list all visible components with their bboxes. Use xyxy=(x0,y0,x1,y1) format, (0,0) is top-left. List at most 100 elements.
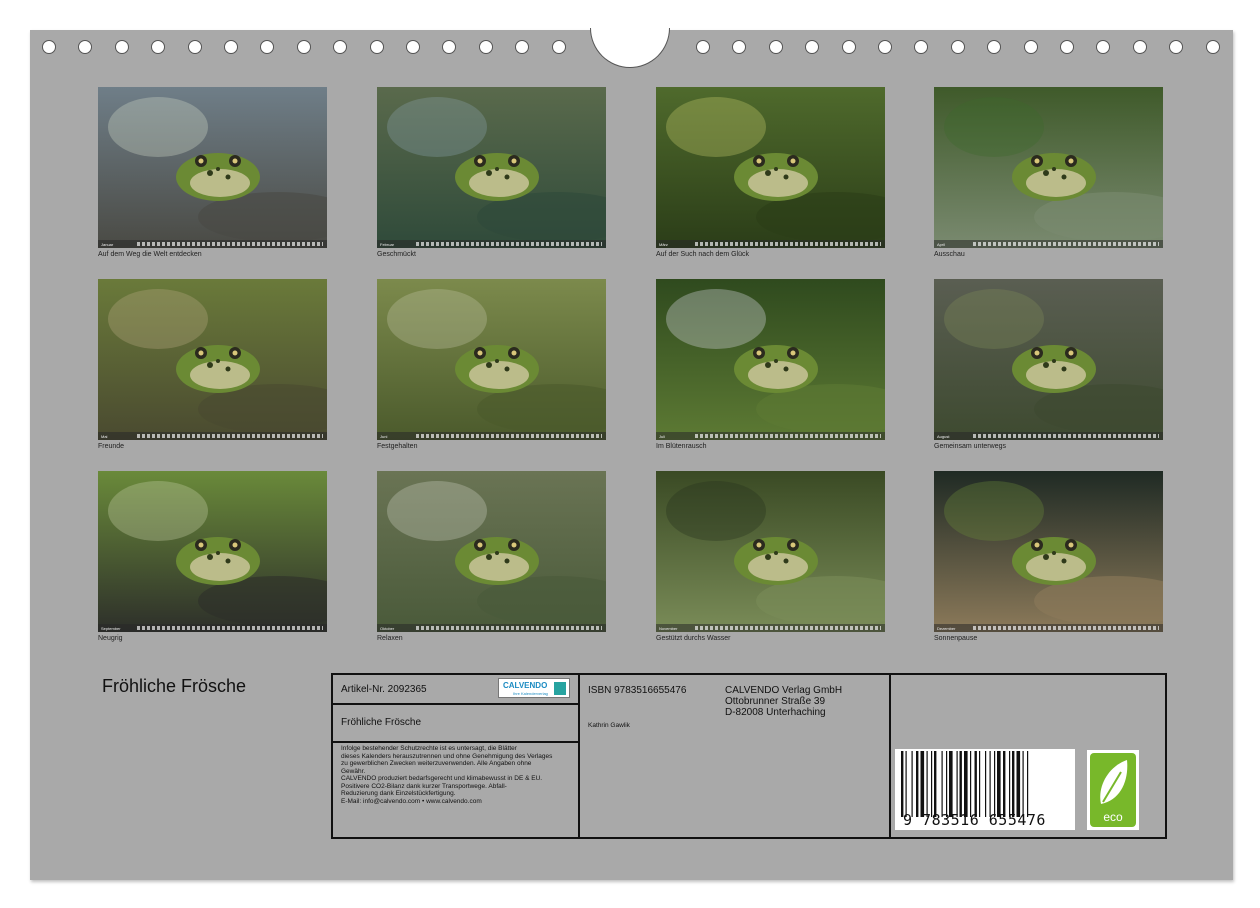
frog-photo: Juli xyxy=(656,279,885,440)
month-label: August xyxy=(937,433,950,439)
barcode-bar xyxy=(1022,751,1024,817)
date-strip: November xyxy=(656,624,885,632)
photo-caption: Auf der Such nach dem Glück xyxy=(656,251,749,258)
isbn-barcode: 9 783516 655476 xyxy=(895,749,1075,830)
binding-hole xyxy=(1205,40,1220,54)
barcode-bar xyxy=(916,751,919,817)
barcode-bar xyxy=(989,751,991,817)
month-thumbnail: Juli Im Blütenrausch xyxy=(656,279,885,450)
binding-hole xyxy=(551,40,566,54)
photo-caption: Gestützt durchs Wasser xyxy=(656,635,731,642)
binding-hole xyxy=(732,40,747,54)
photo-caption: Geschmückt xyxy=(377,251,416,258)
day-boxes xyxy=(973,626,1159,630)
frog-image xyxy=(377,279,606,440)
date-strip: Juni xyxy=(377,432,606,440)
binding-hole xyxy=(805,40,820,54)
binding-hole xyxy=(369,40,384,54)
month-thumbnail: September Neugrig xyxy=(98,471,327,642)
eco-leaf-icon: eco xyxy=(1087,750,1139,830)
date-strip: Januar xyxy=(98,240,327,248)
month-label: Oktober xyxy=(380,625,395,631)
frog-image xyxy=(934,279,1163,440)
binding-hole xyxy=(114,40,129,54)
month-label: Februar xyxy=(380,241,395,247)
photo-caption: Auf dem Weg die Welt entdecken xyxy=(98,251,202,258)
calendar-title: Fröhliche Frösche xyxy=(102,676,247,696)
date-strip: Oktober xyxy=(377,624,606,632)
hanger-cutout xyxy=(590,28,670,68)
barcode-digits: 9 783516 655476 xyxy=(903,811,1046,829)
barcode-bar xyxy=(911,751,913,817)
date-strip: Juli xyxy=(656,432,885,440)
month-thumbnail: August Gemeinsam unterwegs xyxy=(934,279,1163,450)
month-thumbnail: April Ausschau xyxy=(934,87,1163,258)
binding-hole xyxy=(1023,40,1038,54)
frog-image xyxy=(377,87,606,248)
binding-hole xyxy=(515,40,530,54)
month-thumbnail: Februar Geschmückt xyxy=(377,87,606,258)
barcode-bar xyxy=(905,751,907,817)
legal-line: Gewähr. xyxy=(341,767,366,775)
legal-line: CALVENDO produziert bedarfsgerecht und k… xyxy=(341,775,543,782)
legal-notice: Infolge bestehender Schutzrechte ist es … xyxy=(341,745,576,805)
binding-hole xyxy=(260,40,275,54)
frog-photo: Oktober xyxy=(377,471,606,632)
binding-hole xyxy=(950,40,965,54)
day-boxes xyxy=(973,434,1159,438)
barcode-bar xyxy=(1016,751,1021,817)
month-label: März xyxy=(659,241,668,247)
photo-caption: Im Blütenrausch xyxy=(656,443,707,450)
barcode-bar xyxy=(920,751,925,817)
day-boxes xyxy=(695,242,881,246)
binding-hole xyxy=(841,40,856,54)
binding-hole xyxy=(1169,40,1184,54)
date-strip: Dezember xyxy=(934,624,1163,632)
binding-hole xyxy=(442,40,457,54)
frog-image xyxy=(656,279,885,440)
month-label: November xyxy=(659,625,678,631)
barcode-bar xyxy=(979,751,981,817)
legal-line: Positivere CO2-Bilanz dank kurzer Transp… xyxy=(341,782,507,790)
month-label: Mai xyxy=(101,433,108,439)
barcode-bar xyxy=(941,751,943,817)
binding-hole xyxy=(987,40,1002,54)
logo-tagline: Ihre Kalenderverlag xyxy=(513,691,548,696)
day-boxes xyxy=(973,242,1159,246)
frog-photo: Mai xyxy=(98,279,327,440)
photo-caption: Gemeinsam unterwegs xyxy=(934,443,1006,450)
frog-image xyxy=(656,471,885,632)
barcode-bar xyxy=(931,751,933,817)
barcode-bar xyxy=(901,751,904,817)
binding-hole xyxy=(478,40,493,54)
month-thumbnail: März Auf der Such nach dem Glück xyxy=(656,87,885,258)
barcode-bar xyxy=(946,751,948,817)
isbn: ISBN 9783516655476 xyxy=(588,685,687,696)
frog-photo: November xyxy=(656,471,885,632)
frog-photo: Januar xyxy=(98,87,327,248)
month-thumbnail: Mai Freunde xyxy=(98,279,327,450)
binding-hole xyxy=(696,40,710,54)
barcode-bar xyxy=(926,751,928,817)
frog-photo: März xyxy=(656,87,885,248)
day-boxes xyxy=(137,434,323,438)
month-label: Juni xyxy=(380,433,388,439)
photo-caption: Relaxen xyxy=(377,635,403,642)
photo-caption: Festgehalten xyxy=(377,443,418,450)
month-label: Juli xyxy=(659,433,666,439)
date-strip: April xyxy=(934,240,1163,248)
day-boxes xyxy=(416,434,602,438)
frog-image xyxy=(656,87,885,248)
svg-text:eco: eco xyxy=(1103,810,1123,824)
month-thumbnail: Dezember Sonnenpause xyxy=(934,471,1163,642)
legal-line: zu gewerblichen Zwecken weiterzuverwende… xyxy=(341,760,532,767)
author: Kathrin Gawlik xyxy=(588,722,630,729)
frog-photo: Februar xyxy=(377,87,606,248)
day-boxes xyxy=(416,626,602,630)
frog-photo: Juni xyxy=(377,279,606,440)
photo-caption: Sonnenpause xyxy=(934,635,978,642)
barcode-bar xyxy=(1009,751,1011,817)
binding-hole xyxy=(406,40,420,54)
legal-line: E-Mail: info@calvendo.com • www.calvendo… xyxy=(341,797,482,805)
eco-badge: eco xyxy=(1087,750,1139,830)
